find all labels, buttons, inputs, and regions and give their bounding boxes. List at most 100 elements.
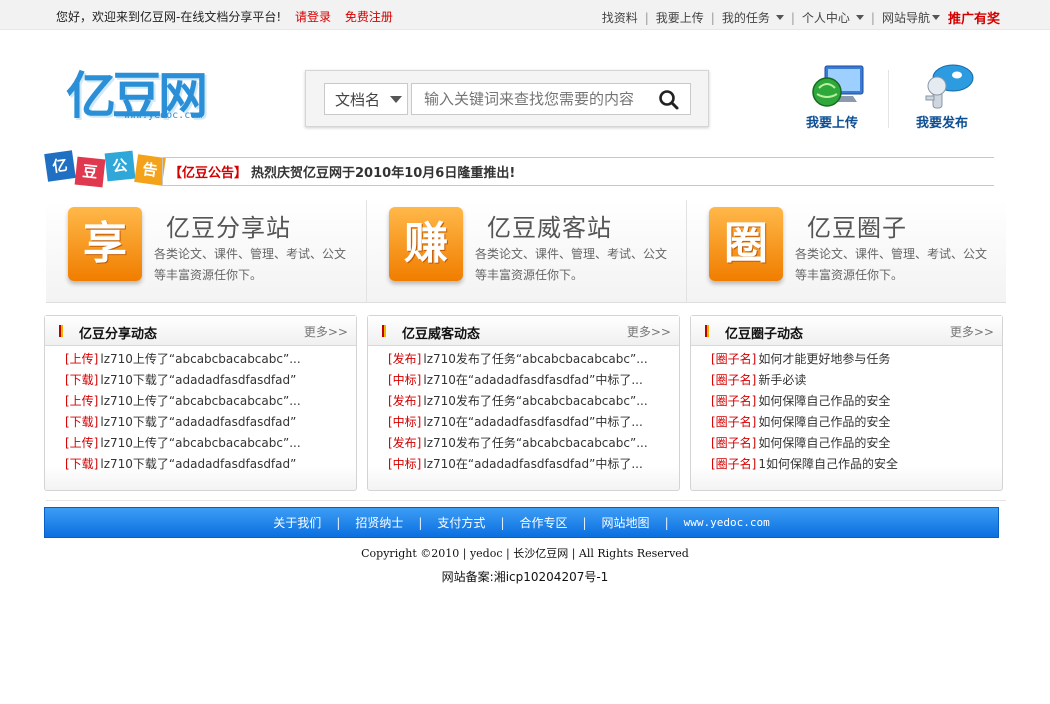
list-item[interactable]: [下载] lz710下载了“adadadfasdfasdfad” (65, 370, 350, 391)
item-text: lz710在“adadadfasdfasdfad”中标了... (423, 457, 643, 471)
footer-divider: | (664, 515, 669, 530)
nav-site-guide-label: 网站导航 (881, 11, 930, 25)
nav-user-center[interactable]: 个人中心 (802, 9, 864, 26)
panel-title: 亿豆分享动态 (79, 327, 158, 342)
login-link[interactable]: 请登录 (295, 10, 331, 24)
list-item[interactable]: [发布] lz710发布了任务“abcabcbacabcabc”... (388, 349, 673, 370)
notice-bar: 【亿豆公告】 热烈庆贺亿豆网于2010年10月6日隆重推出! (162, 157, 994, 186)
list-item[interactable]: [上传] lz710上传了“abcabcbacabcabc”... (65, 391, 350, 412)
publish-shortcut[interactable]: 我要发布 (902, 60, 982, 131)
feature-share[interactable]: 享 亿豆分享站 各类论文、课件、管理、考试、公文等丰富资源任你下。 (46, 200, 366, 303)
item-tag: [圈子名] (711, 436, 757, 450)
panel-witkey-activity: 亿豆威客动态 更多>> [发布] lz710发布了任务“abcabcbacabca… (367, 315, 680, 491)
notice-text[interactable]: 热烈庆贺亿豆网于2010年10月6日隆重推出! (251, 162, 515, 181)
item-text: 1如何保障自己作品的安全 (758, 457, 899, 471)
feature-title: 亿豆分享站 (166, 214, 291, 242)
share-icon: 享 (68, 207, 142, 281)
list-item[interactable]: [圈子名] 新手必读 (711, 370, 996, 391)
list-item[interactable]: [发布] lz710发布了任务“abcabcbacabcabc”... (388, 433, 673, 454)
search-icon[interactable] (656, 87, 682, 113)
list-item[interactable]: [上传] lz710上传了“abcabcbacabcabc”... (65, 349, 350, 370)
logo-url: www.yedoc.com (124, 110, 203, 121)
more-link[interactable]: 更多>> (627, 323, 671, 340)
item-text: 如何才能更好地参与任务 (758, 352, 891, 366)
item-text: lz710上传了“abcabcbacabcabc”... (100, 394, 301, 408)
panel-header: 亿豆分享动态 更多>> (45, 316, 356, 346)
feature-title: 亿豆威客站 (487, 214, 612, 242)
more-link[interactable]: 更多>> (950, 323, 994, 340)
register-link[interactable]: 免费注册 (345, 10, 393, 24)
list-item[interactable]: [圈子名] 如何保障自己作品的安全 (711, 433, 996, 454)
top-bar: 您好，欢迎来到亿豆网-在线文档分享平台! 请登录 免费注册 找资料 | 我要上传… (0, 0, 1050, 30)
bullet-icon (705, 325, 709, 337)
list-item[interactable]: [上传] lz710上传了“abcabcbacabcabc”... (65, 433, 350, 454)
list-item[interactable]: [下载] lz710下载了“adadadfasdfasdfad” (65, 412, 350, 433)
bullet-icon (382, 325, 386, 337)
footer-link-partners[interactable]: 合作专区 (519, 514, 567, 531)
list-item[interactable]: [圈子名] 如何保障自己作品的安全 (711, 412, 996, 433)
item-tag: [发布] (388, 436, 422, 450)
nav-divider: | (644, 10, 649, 25)
list-item[interactable]: [圈子名] 如何保障自己作品的安全 (711, 391, 996, 412)
item-tag: [下载] (65, 457, 99, 471)
search-input[interactable] (411, 83, 691, 115)
notice-badge: 亿 豆 公 告 (44, 150, 166, 190)
item-text: lz710下载了“adadadfasdfasdfad” (100, 457, 297, 471)
item-text: 如何保障自己作品的安全 (758, 415, 891, 429)
list-item[interactable]: [中标] lz710在“adadadfasdfasdfad”中标了... (388, 412, 673, 433)
site-logo[interactable]: 亿豆网 www.yedoc.com (62, 54, 228, 130)
footer-link-jobs[interactable]: 招贤纳士 (355, 514, 403, 531)
activity-list: [发布] lz710发布了任务“abcabcbacabcabc”... [中标] l… (388, 349, 673, 475)
nav-find-docs[interactable]: 找资料 (602, 9, 638, 26)
footer-link-site[interactable]: www.yedoc.com (684, 516, 770, 529)
panel-header: 亿豆圈子动态 更多>> (691, 316, 1002, 346)
item-text: lz710下载了“adadadfasdfasdfad” (100, 415, 297, 429)
item-tag: [发布] (388, 352, 422, 366)
footer-divider (46, 500, 1006, 501)
list-item[interactable]: [圈子名] 1如何保障自己作品的安全 (711, 454, 996, 475)
feature-strip: 享 亿豆分享站 各类论文、课件、管理、考试、公文等丰富资源任你下。 赚 亿豆威客… (46, 200, 1006, 303)
feature-desc: 各类论文、课件、管理、考试、公文等丰富资源任你下。 (795, 247, 988, 282)
item-tag: [下载] (65, 415, 99, 429)
item-tag: [下载] (65, 373, 99, 387)
search-type-label: 文档名 (335, 90, 381, 109)
item-tag: [圈子名] (711, 352, 757, 366)
nav-upload[interactable]: 我要上传 (656, 9, 704, 26)
feature-desc: 各类论文、课件、管理、考试、公文等丰富资源任你下。 (154, 247, 347, 282)
publish-shortcut-label: 我要发布 (915, 116, 968, 131)
earn-icon: 赚 (389, 207, 463, 281)
nav-my-tasks[interactable]: 我的任务 (722, 9, 784, 26)
item-text: lz710发布了任务“abcabcbacabcabc”... (423, 394, 648, 408)
item-text: 如何保障自己作品的安全 (758, 394, 891, 408)
nav-site-guide[interactable]: 网站导航 (882, 9, 940, 26)
list-item[interactable]: [中标] lz710在“adadadfasdfasdfad”中标了... (388, 370, 673, 391)
chevron-down-icon (775, 15, 784, 20)
item-text: lz710上传了“abcabcbacabcabc”... (100, 352, 301, 366)
item-tag: [圈子名] (711, 415, 757, 429)
nav-divider: | (870, 10, 875, 25)
search-type-select[interactable]: 文档名 (324, 83, 408, 115)
footer-link-sitemap[interactable]: 网站地图 (602, 514, 650, 531)
footer-link-about[interactable]: 关于我们 (273, 514, 321, 531)
list-item[interactable]: [发布] lz710发布了任务“abcabcbacabcabc”... (388, 391, 673, 412)
panel-title: 亿豆圈子动态 (725, 327, 804, 342)
item-text: 如何保障自己作品的安全 (758, 436, 891, 450)
item-tag: [中标] (388, 373, 422, 387)
item-text: lz710上传了“abcabcbacabcabc”... (100, 436, 301, 450)
item-tag: [上传] (65, 394, 99, 408)
more-link[interactable]: 更多>> (304, 323, 348, 340)
activity-list: [上传] lz710上传了“abcabcbacabcabc”... [下载] lz7… (65, 349, 350, 475)
item-text: lz710发布了任务“abcabcbacabcabc”... (423, 352, 648, 366)
feature-circle[interactable]: 圈 亿豆圈子 各类论文、课件、管理、考试、公文等丰富资源任你下。 (686, 200, 1006, 303)
item-tag: [中标] (388, 457, 422, 471)
upload-shortcut[interactable]: 我要上传 (792, 60, 872, 131)
search-box: 文档名 (305, 70, 709, 127)
list-item[interactable]: [下载] lz710下载了“adadadfasdfasdfad” (65, 454, 350, 475)
footer-link-payment[interactable]: 支付方式 (437, 514, 485, 531)
list-item[interactable]: [中标] lz710在“adadadfasdfasdfad”中标了... (388, 454, 673, 475)
item-tag: [发布] (388, 394, 422, 408)
item-tag: [上传] (65, 436, 99, 450)
list-item[interactable]: [圈子名] 如何才能更好地参与任务 (711, 349, 996, 370)
feature-witkey[interactable]: 赚 亿豆威客站 各类论文、课件、管理、考试、公文等丰富资源任你下。 (366, 200, 686, 303)
promo-link[interactable]: 推广有奖 (948, 8, 1000, 27)
